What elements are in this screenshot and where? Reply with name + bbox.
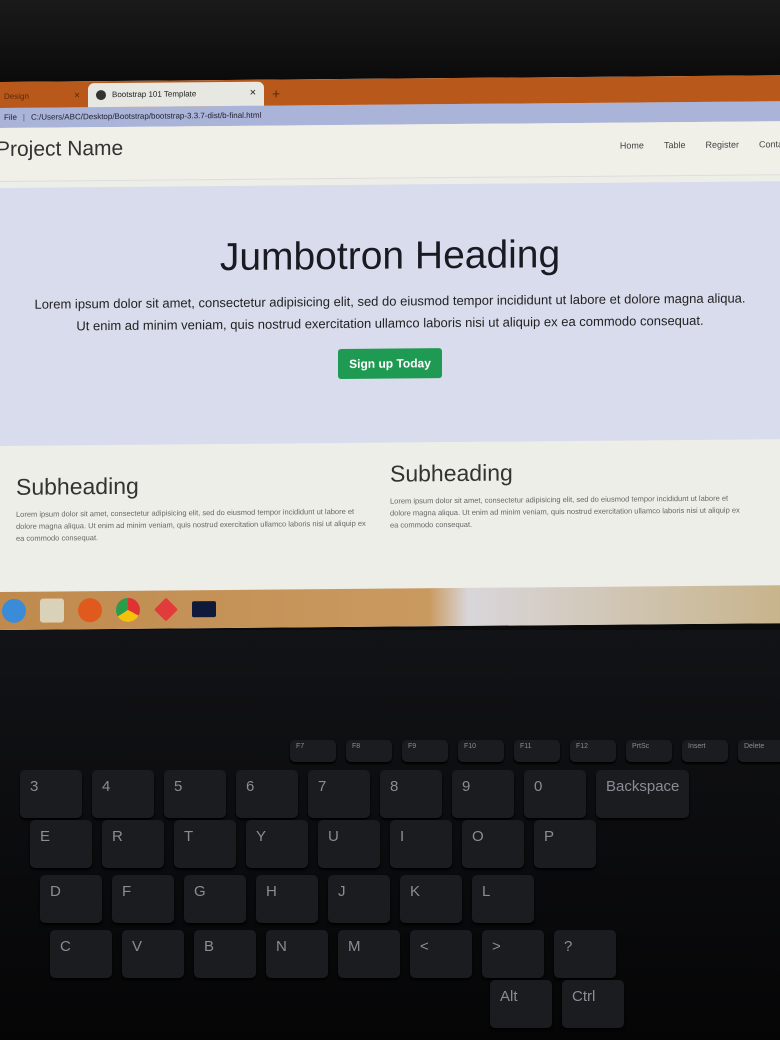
key[interactable]: N [266,930,328,978]
keyboard: F7 F8 F9 F10 F11 F12 PrtSc Insert Delete 3456789… [0,630,780,1040]
key[interactable]: H [256,875,318,923]
key[interactable]: > [482,930,544,978]
laptop-bezel [0,0,780,84]
key[interactable]: Ctrl [562,980,624,1028]
key[interactable]: 8 [380,770,442,818]
key[interactable]: V [122,930,184,978]
tab-label: Bootstrap 101 Template [112,89,197,100]
key[interactable]: Backspace [596,770,690,818]
key[interactable]: K [400,875,462,923]
key[interactable]: PrtSc [626,740,672,762]
url-text: C:/Users/ABC/Desktop/Bootstrap/bootstrap… [30,110,262,122]
laptop-screen: Design × Bootstrap 101 Template × + File | C… [0,75,780,630]
nav-register[interactable]: Register [705,140,739,150]
key[interactable]: T [174,820,236,868]
key[interactable]: F10 [458,740,504,762]
key[interactable]: M [338,930,400,978]
key[interactable]: ? [554,930,616,978]
key[interactable]: F [112,875,174,923]
key[interactable]: Insert [682,740,728,762]
scheme-label: File [4,112,17,122]
tab-active[interactable]: Bootstrap 101 Template × [88,81,264,108]
section: Subheading Lorem ipsum dolor sit amet, co… [16,471,390,545]
nav-home[interactable]: Home [620,140,644,150]
new-tab-button[interactable]: + [272,86,280,102]
key[interactable]: 9 [452,770,514,818]
subheading: Subheading [390,459,513,487]
key[interactable]: 4 [92,770,154,818]
key[interactable]: J [328,875,390,923]
sign-up-button[interactable]: Sign up Today [338,348,442,380]
divider: | [22,112,25,122]
key[interactable]: L [472,875,534,923]
key[interactable]: I [390,820,452,868]
key[interactable]: O [462,820,524,868]
key[interactable]: Delete [738,740,780,762]
key[interactable]: R [102,820,164,868]
globe-icon [96,90,106,101]
key[interactable]: D [40,875,102,923]
key[interactable]: E [30,820,92,868]
key[interactable]: Alt [490,980,552,1028]
key[interactable]: 3 [20,770,82,818]
command-prompt-icon[interactable] [192,601,216,618]
key[interactable]: Y [246,820,308,868]
close-tab-icon[interactable]: × [74,90,80,101]
key[interactable]: 7 [308,770,370,818]
key[interactable]: F12 [570,740,616,762]
section: Subheading Lorem ipsum dolor sit amet, co… [390,457,764,541]
section-text: Lorem ipsum dolor sit amet, consectetur … [16,506,366,543]
jumbotron-text: Lorem ipsum dolor sit amet, consectetur … [34,290,746,334]
app-icon[interactable] [154,597,178,622]
jumbotron-heading: Jumbotron Heading [219,233,561,280]
key[interactable]: G [184,875,246,923]
file-explorer-icon[interactable] [40,598,64,623]
key[interactable]: < [410,930,472,978]
nav-table[interactable]: Table [664,140,686,150]
key[interactable]: U [318,820,380,868]
section-text: Lorem ipsum dolor sit amet, consectetur … [390,493,740,530]
internet-explorer-icon[interactable] [2,598,26,623]
brand[interactable]: Project Name [0,137,123,162]
key[interactable]: 6 [236,770,298,818]
subheading: Subheading [16,472,139,500]
key[interactable]: 5 [164,770,226,818]
key[interactable]: F8 [346,740,392,762]
navbar: Project Name Home Table Register Contact [0,121,780,182]
nav-contact[interactable]: Contact [759,139,780,149]
tab-label: Design [4,91,29,101]
chrome-icon[interactable] [116,597,140,622]
key[interactable]: C [50,930,112,978]
key[interactable]: B [194,930,256,978]
tab-inactive[interactable]: Design × [0,85,88,108]
key[interactable]: 0 [524,770,586,818]
key[interactable]: F11 [514,740,560,762]
key[interactable]: P [534,820,596,868]
close-tab-icon[interactable]: × [250,87,256,99]
jumbotron: Jumbotron Heading Lorem ipsum dolor sit … [0,181,780,446]
taskbar [0,585,780,630]
firefox-icon[interactable] [78,598,102,623]
key[interactable]: F9 [402,740,448,762]
key[interactable]: F7 [290,740,336,762]
